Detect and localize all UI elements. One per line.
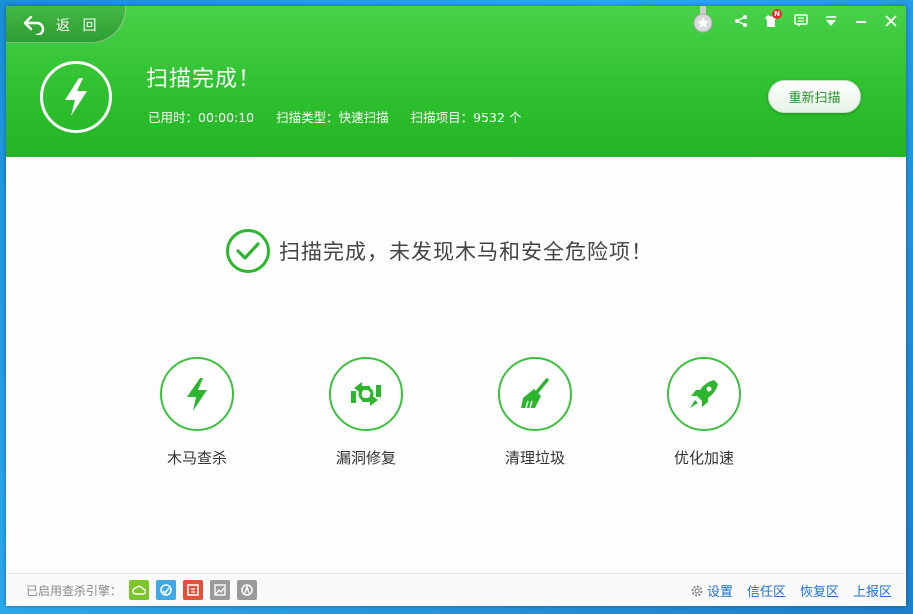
scan-type: 扫描类型：快速扫描: [276, 110, 389, 125]
settings-label: 设置: [706, 585, 733, 600]
close-icon[interactable]: [876, 8, 906, 34]
scan-title: 扫描完成！: [146, 67, 262, 92]
result-message: 扫描完成，未发现木马和安全危险项！: [226, 229, 653, 273]
footer-links: 设置 信任区 恢复区 上报区: [676, 574, 892, 606]
trust-zone-link[interactable]: 信任区: [747, 581, 786, 600]
menu-icon[interactable]: [816, 8, 846, 34]
bolt-icon: [187, 378, 207, 411]
image-engine-icon[interactable]: [210, 580, 231, 600]
back-label: 返 回: [56, 17, 101, 34]
tool-optimize[interactable]: 优化加速: [649, 357, 759, 468]
header: 返 回 N 扫描完成！ 已用时：00:00:10 扫描类型：快速扫描 扫描项目：…: [6, 6, 906, 157]
gear-icon: [691, 585, 703, 596]
shirt-icon[interactable]: N: [756, 8, 786, 34]
tool-trojan-scan[interactable]: 木马查杀: [142, 357, 252, 468]
chat-icon[interactable]: [786, 8, 816, 34]
scan-status-icon: [40, 61, 112, 133]
restore-zone-link[interactable]: 恢复区: [800, 581, 839, 600]
result-text: 扫描完成，未发现木马和安全危险项！: [279, 240, 653, 264]
tool-label: 清理垃圾: [504, 449, 565, 467]
minimize-icon[interactable]: [846, 8, 876, 34]
qvm-engine-icon[interactable]: [156, 580, 177, 600]
broom-icon: [521, 378, 549, 409]
bolt-icon: [65, 78, 87, 116]
notification-badge: N: [772, 9, 782, 19]
rocket-icon: [690, 380, 718, 408]
footer: 已启用查杀引擎： 设置 信任区 恢复区 上报区: [6, 573, 906, 606]
window-controls: N: [726, 6, 906, 36]
tool-label: 漏洞修复: [335, 449, 396, 467]
report-zone-link[interactable]: 上报区: [853, 581, 892, 600]
back-arrow-icon: [23, 15, 45, 35]
rescan-button[interactable]: 重新扫描: [768, 80, 861, 113]
scan-items: 扫描项目：9532 个: [410, 110, 522, 125]
medal-icon[interactable]: [693, 6, 713, 34]
elapsed-time: 已用时：00:00:10: [148, 110, 255, 125]
qex-engine-icon[interactable]: [183, 580, 204, 600]
avira-engine-icon[interactable]: [237, 580, 258, 600]
cloud-engine-icon[interactable]: [129, 580, 150, 600]
scan-info: 已用时：00:00:10 扫描类型：快速扫描 扫描项目：9532 个: [148, 107, 543, 126]
share-icon[interactable]: [726, 8, 756, 34]
tool-list: 木马查杀 漏洞修复 清理垃圾 优化加速: [6, 357, 906, 487]
tool-clean-junk[interactable]: 清理垃圾: [480, 357, 590, 468]
tool-label: 木马查杀: [166, 449, 227, 467]
settings-link[interactable]: 设置: [690, 581, 733, 600]
check-icon: [226, 229, 270, 273]
repair-icon: [351, 382, 381, 406]
scan-window: 返 回 N 扫描完成！ 已用时：00:00:10 扫描类型：快速扫描 扫描项目：…: [6, 6, 906, 606]
tool-vuln-repair[interactable]: 漏洞修复: [311, 357, 421, 468]
engines-label: 已启用查杀引擎：: [26, 583, 123, 598]
back-button[interactable]: 返 回: [6, 6, 126, 43]
tool-label: 优化加速: [673, 449, 734, 467]
